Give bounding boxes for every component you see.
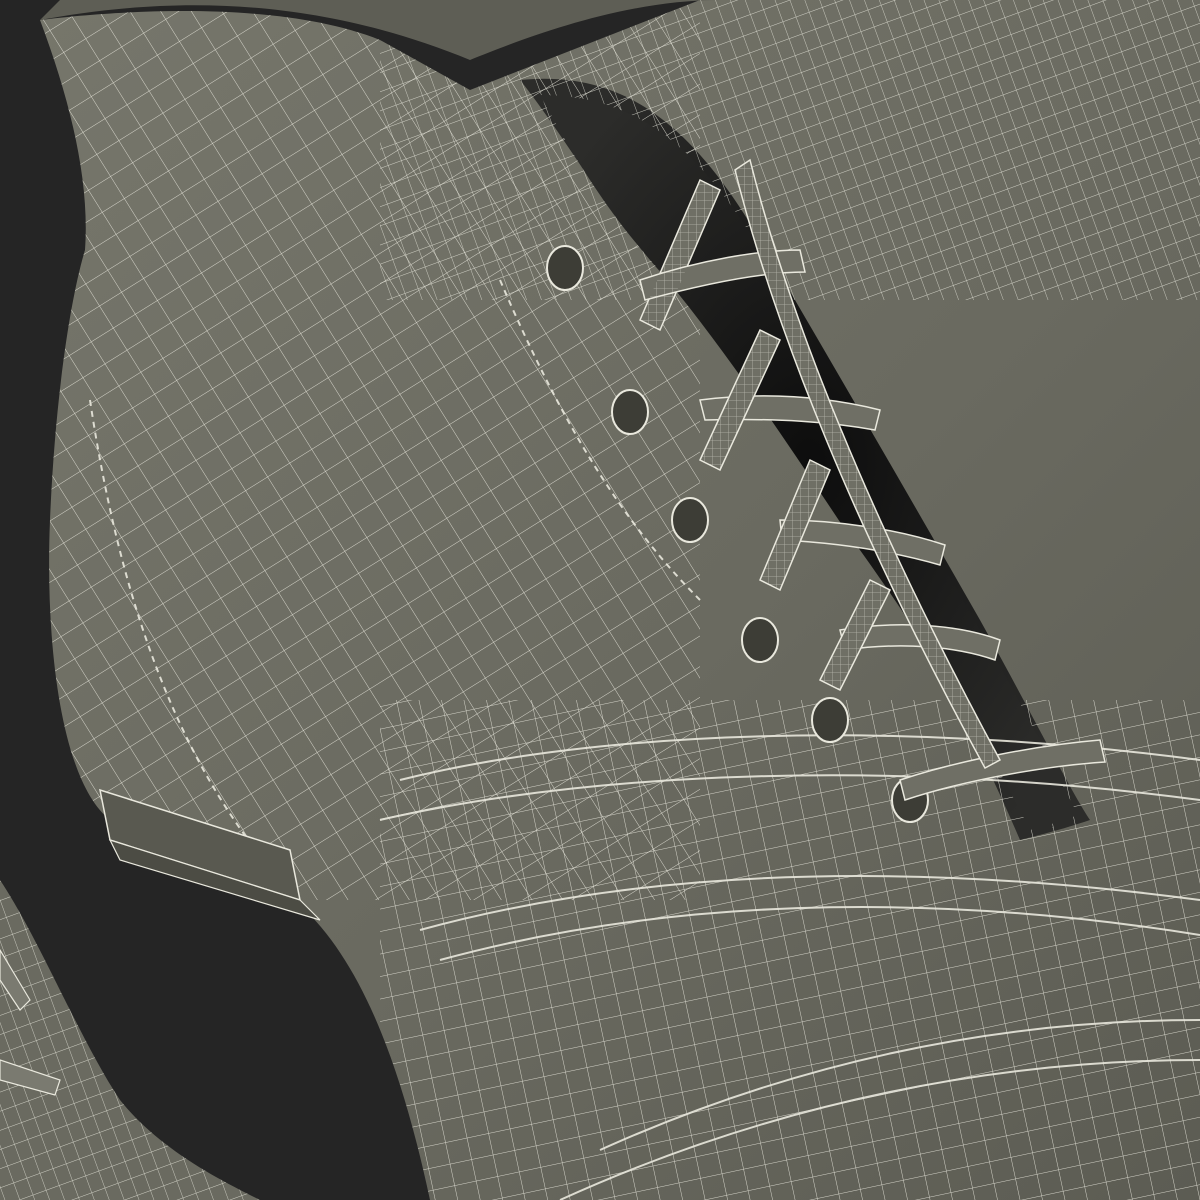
main-boot	[40, 0, 1200, 1200]
eyelet	[546, 245, 584, 291]
eyelet	[811, 697, 849, 743]
second-boot	[0, 880, 260, 1200]
eyelet	[611, 389, 649, 435]
boot-wireframe-render	[0, 0, 1200, 1200]
eyelet	[671, 497, 709, 543]
eyelet	[741, 617, 779, 663]
